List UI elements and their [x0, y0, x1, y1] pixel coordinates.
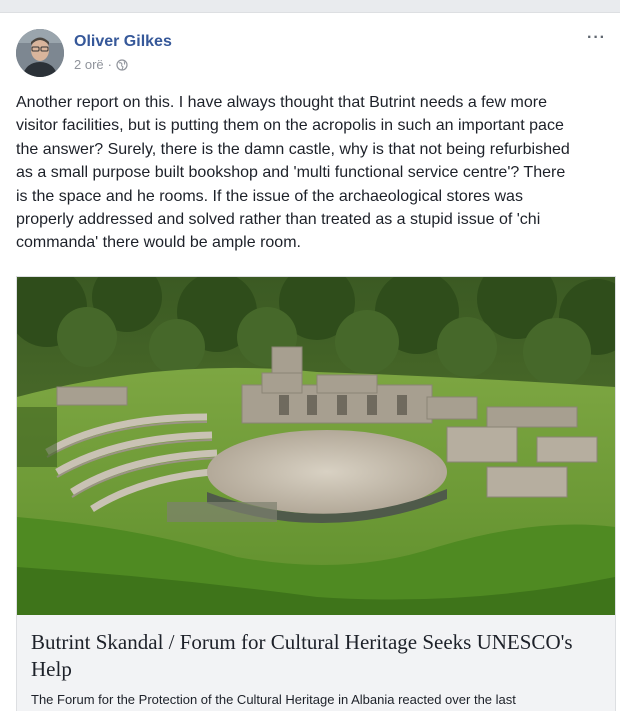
- meta-separator: ·: [107, 57, 112, 72]
- post-meta: 2 orë ·: [74, 57, 128, 72]
- avatar[interactable]: [16, 29, 64, 77]
- globe-icon[interactable]: [116, 58, 128, 71]
- link-preview-card[interactable]: Butrint Skandal / Forum for Cultural Her…: [16, 276, 616, 711]
- post-text: Another report on this. I have always th…: [16, 94, 570, 252]
- more-options-icon[interactable]: ···: [587, 29, 606, 47]
- facebook-post: Oliver Gilkes 2 orë · ··· Another report…: [0, 12, 620, 711]
- link-description: The Forum for the Protection of the Cult…: [31, 692, 516, 711]
- link-preview-image[interactable]: [17, 277, 615, 615]
- author-name[interactable]: Oliver Gilkes: [74, 33, 172, 51]
- post-timestamp[interactable]: 2 orë: [74, 57, 104, 72]
- avatar-image: [16, 29, 64, 77]
- link-title[interactable]: Butrint Skandal / Forum for Cultural Her…: [31, 629, 601, 683]
